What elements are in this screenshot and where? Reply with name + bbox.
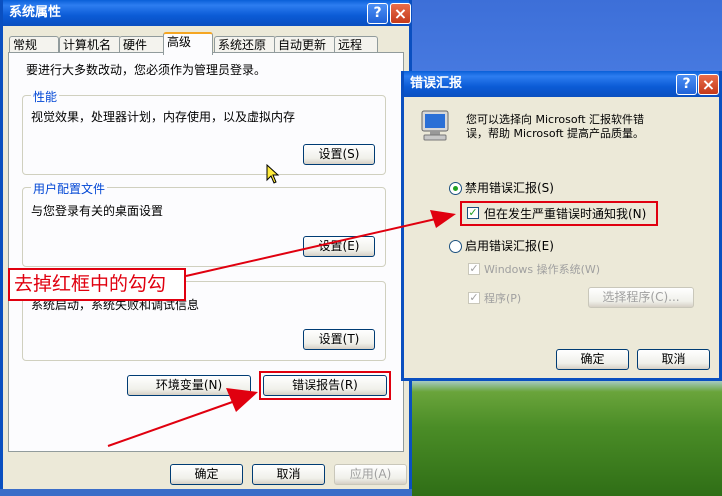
close-icon[interactable]: × xyxy=(390,3,411,24)
performance-settings-button[interactable]: 设置(S) xyxy=(303,144,375,165)
tab-general[interactable]: 常规 xyxy=(9,36,59,53)
sysprops-title: 系统属性 xyxy=(9,5,62,20)
programs-checkbox-label: 程序(P) xyxy=(484,292,522,305)
notify-checkbox-label[interactable]: 但在发生严重错误时通知我(N) xyxy=(484,205,646,222)
choose-programs-button[interactable]: 选择程序(C)... xyxy=(588,287,694,308)
user-profiles-label: 用户配置文件 xyxy=(31,180,108,197)
admin-note: 要进行大多数改动，您必须作为管理员登录。 xyxy=(26,63,267,77)
advanced-tab-panel: 要进行大多数改动，您必须作为管理员登录。 性能 视觉效果，处理器计划，内存使用，… xyxy=(8,52,404,452)
error-report-highlight xyxy=(259,371,391,400)
mouse-cursor-icon xyxy=(266,164,280,184)
user-profiles-group: 用户配置文件 与您登录有关的桌面设置 设置(E) xyxy=(22,180,386,267)
tab-automatic-updates[interactable]: 自动更新 xyxy=(274,36,336,53)
error-reporting-window: 错误汇报 ? × 您可以选择向 Microsoft 汇报软件错 误，帮助 Mic… xyxy=(401,71,722,381)
notify-checkbox[interactable]: ✓ xyxy=(467,207,479,219)
windows-checkbox-label: Windows 操作系统(W) xyxy=(484,263,601,276)
environment-variables-button[interactable]: 环境变量(N) xyxy=(127,375,251,396)
errrep-titlebar[interactable]: 错误汇报 xyxy=(404,71,719,97)
system-properties-window: 系统属性 ? × 常规 计算机名 硬件 高级 系统还原 自动更新 远程 要进行大… xyxy=(0,0,412,496)
disable-reporting-label[interactable]: 禁用错误汇报(S) xyxy=(465,179,554,196)
help-icon[interactable]: ? xyxy=(676,74,697,95)
errrep-desc-line2: 误，帮助 Microsoft 提高产品质量。 xyxy=(466,127,645,140)
cancel-button[interactable]: 取消 xyxy=(252,464,325,485)
close-icon[interactable]: × xyxy=(698,74,719,95)
errrep-cancel-button[interactable]: 取消 xyxy=(637,349,710,370)
startup-settings-button[interactable]: 设置(T) xyxy=(303,329,375,350)
sysprops-titlebar[interactable]: 系统属性 xyxy=(3,0,409,26)
enable-reporting-radio[interactable] xyxy=(449,240,462,253)
windows-checkbox[interactable]: ✓ xyxy=(468,263,480,275)
errrep-title: 错误汇报 xyxy=(410,76,463,91)
errrep-ok-button[interactable]: 确定 xyxy=(556,349,629,370)
tab-hardware[interactable]: 硬件 xyxy=(119,36,165,53)
tab-advanced[interactable]: 高级 xyxy=(163,32,213,55)
disable-reporting-radio[interactable] xyxy=(449,182,462,195)
tab-remote[interactable]: 远程 xyxy=(334,36,378,53)
performance-label: 性能 xyxy=(31,88,60,105)
programs-checkbox[interactable]: ✓ xyxy=(468,292,480,304)
tab-system-restore[interactable]: 系统还原 xyxy=(214,36,276,53)
performance-group: 性能 视觉效果，处理器计划，内存使用，以及虚拟内存 设置(S) xyxy=(22,88,386,175)
tab-computer-name[interactable]: 计算机名 xyxy=(59,36,121,53)
help-icon[interactable]: ? xyxy=(367,3,388,24)
computer-error-icon xyxy=(421,110,449,141)
user-profiles-settings-button[interactable]: 设置(E) xyxy=(303,236,375,257)
user-profiles-desc: 与您登录有关的桌面设置 xyxy=(31,204,164,218)
ok-button[interactable]: 确定 xyxy=(170,464,243,485)
apply-button[interactable]: 应用(A) xyxy=(334,464,407,485)
annotation-label: 去掉红框中的勾勾 xyxy=(8,268,186,301)
taskbar-strip xyxy=(0,489,412,496)
enable-reporting-label[interactable]: 启用错误汇报(E) xyxy=(465,237,554,254)
performance-desc: 视觉效果，处理器计划，内存使用，以及虚拟内存 xyxy=(31,110,296,124)
